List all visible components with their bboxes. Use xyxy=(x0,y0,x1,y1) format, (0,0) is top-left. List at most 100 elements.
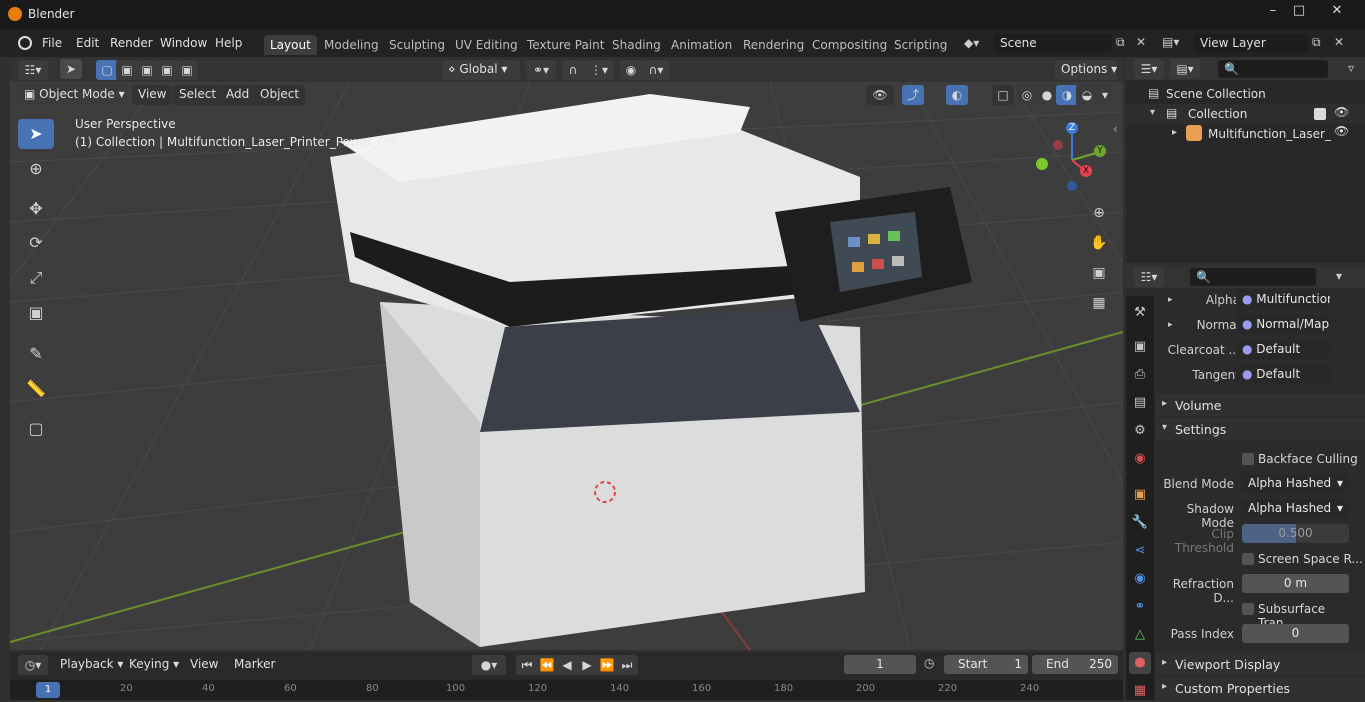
scene-copy-icon[interactable]: ⧉ xyxy=(1116,35,1125,50)
filter-icon[interactable]: ▿ xyxy=(1348,61,1354,75)
frame-end-field[interactable]: End 250 xyxy=(1032,655,1118,674)
constraints-tab-icon[interactable]: ⚭ xyxy=(1129,596,1151,618)
close-icon[interactable]: ✕ xyxy=(1324,3,1350,21)
render-tab-icon[interactable]: ▣ xyxy=(1129,336,1151,358)
tab-uv-editing[interactable]: UV Editing xyxy=(449,35,524,55)
jump-end-icon[interactable]: ⏭ xyxy=(616,655,638,675)
minimize-icon[interactable]: – xyxy=(1260,3,1286,21)
tool-tab-icon[interactable]: ⚒ xyxy=(1129,302,1151,324)
collection-visibility-icon[interactable]: 👁 xyxy=(1334,105,1349,119)
output-tab-icon[interactable]: ⎙ xyxy=(1129,364,1151,386)
viewport-menu-view[interactable]: View xyxy=(132,85,173,105)
outliner-scene-collection[interactable]: Scene Collection xyxy=(1166,87,1266,101)
expand-normal-icon[interactable]: ▸ xyxy=(1168,320,1173,330)
outliner-search-input[interactable]: 🔍 xyxy=(1218,60,1328,78)
tab-compositing[interactable]: Compositing xyxy=(806,35,893,55)
scene-name-field[interactable]: Scene xyxy=(994,34,1112,52)
editor-type-icon[interactable]: ☷▾ xyxy=(18,60,48,80)
view-layer-field[interactable]: View Layer xyxy=(1194,34,1308,52)
play-icon[interactable]: ▶ xyxy=(576,655,598,675)
solid-shading-icon[interactable]: ● xyxy=(1036,85,1058,105)
data-tab-icon[interactable]: △ xyxy=(1129,624,1151,646)
outliner-editor-icon[interactable]: ☰▾ xyxy=(1134,59,1164,79)
select-mode-intersect-icon[interactable]: ▣ xyxy=(176,60,198,80)
material-shading-icon[interactable]: ◑ xyxy=(1056,85,1078,105)
scale-tool[interactable]: ⤢ xyxy=(18,263,54,293)
select-tool-icon[interactable]: ➤ xyxy=(60,59,82,79)
timeline-menu-keying[interactable]: Keying ▾ xyxy=(123,655,186,675)
xray-icon[interactable]: □ xyxy=(992,85,1014,105)
play-reverse-icon[interactable]: ◀ xyxy=(556,655,578,675)
ortho-grid-icon[interactable]: ▦ xyxy=(1086,290,1112,316)
screen-space-refraction-checkbox[interactable] xyxy=(1242,553,1254,565)
view-layer-close-icon[interactable]: ✕ xyxy=(1334,35,1344,49)
overlay-toggle-icon[interactable]: ◐ xyxy=(946,85,968,105)
subsurface-translucency-checkbox[interactable] xyxy=(1242,603,1254,615)
blender-menu-icon[interactable] xyxy=(18,36,32,50)
expand-alpha-icon[interactable]: ▸ xyxy=(1168,295,1173,305)
current-frame-field[interactable]: 1 xyxy=(844,655,916,674)
timeline-menu-marker[interactable]: Marker xyxy=(228,655,282,675)
tab-rendering[interactable]: Rendering xyxy=(737,35,810,55)
menu-render[interactable]: Render xyxy=(110,36,153,50)
modifier-tab-icon[interactable]: 🔧 xyxy=(1129,512,1151,534)
tab-texture-paint[interactable]: Texture Paint xyxy=(521,35,610,55)
tangent-input[interactable]: ● Default xyxy=(1236,365,1330,384)
tab-animation[interactable]: Animation xyxy=(665,35,738,55)
maximize-icon[interactable]: □ xyxy=(1286,3,1312,21)
pan-hand-icon[interactable]: ✋ xyxy=(1086,230,1112,256)
tab-modeling[interactable]: Modeling xyxy=(318,35,385,55)
rendered-shading-icon[interactable]: ◒ xyxy=(1076,85,1098,105)
world-tab-icon[interactable]: ◉ xyxy=(1129,448,1151,470)
current-frame-indicator[interactable]: 1 xyxy=(36,682,60,698)
properties-options-icon[interactable]: ▾ xyxy=(1336,269,1342,283)
timeline-editor-icon[interactable]: ◷▾ xyxy=(18,655,48,675)
properties-editor-icon[interactable]: ☷▾ xyxy=(1134,267,1164,287)
properties-search-input[interactable]: 🔍 xyxy=(1190,268,1316,286)
frame-start-field[interactable]: Start 1 xyxy=(944,655,1028,674)
outliner-object[interactable]: Multifunction_Laser_ xyxy=(1208,127,1331,141)
add-cube-tool[interactable]: ▢ xyxy=(18,414,54,444)
snap-target-icon[interactable]: ⋮▾ xyxy=(584,60,614,80)
tab-sculpting[interactable]: Sculpting xyxy=(383,35,451,55)
timeline-ruler[interactable]: 1 20 40 60 80 100 120 140 160 180 200 22… xyxy=(10,680,1123,700)
3d-viewport[interactable]: ▣ Object Mode ▾ View Select Add Object 👁… xyxy=(10,82,1123,650)
viewport-menu-object[interactable]: Object xyxy=(254,85,306,105)
select-mode-extend-icon[interactable]: ▣ xyxy=(116,60,138,80)
outliner-collection[interactable]: Collection xyxy=(1188,107,1247,121)
particles-tab-icon[interactable]: ⋖ xyxy=(1129,540,1151,562)
refraction-depth-field[interactable]: 0 m xyxy=(1242,574,1349,593)
physics-tab-icon[interactable]: ◉ xyxy=(1129,568,1151,590)
select-mode-invert-icon[interactable]: ▣ xyxy=(156,60,178,80)
scene-icon[interactable]: ◆▾ xyxy=(964,36,979,50)
tab-scripting[interactable]: Scripting xyxy=(888,35,953,55)
volume-section[interactable]: ▸ Volume xyxy=(1156,394,1365,416)
select-mode-new-icon[interactable]: ▢ xyxy=(96,60,118,80)
transform-tool[interactable]: ▣ xyxy=(18,298,54,328)
menu-file[interactable]: File xyxy=(42,36,62,50)
menu-edit[interactable]: Edit xyxy=(76,36,99,50)
pass-index-field[interactable]: 0 xyxy=(1242,624,1349,643)
shading-options-icon[interactable]: ▾ xyxy=(1096,85,1114,105)
scene-tab-icon[interactable]: ⚙ xyxy=(1129,420,1151,442)
custom-properties-section[interactable]: ▸ Custom Properties xyxy=(1156,677,1365,699)
tab-shading[interactable]: Shading xyxy=(606,35,667,55)
measure-tool[interactable]: 📏 xyxy=(18,374,54,404)
menu-help[interactable]: Help xyxy=(215,36,242,50)
move-tool[interactable]: ✥ xyxy=(18,194,54,224)
display-mode-icon[interactable]: ▤▾ xyxy=(1170,59,1200,79)
rotate-tool[interactable]: ⟳ xyxy=(18,228,54,258)
tab-layout[interactable]: Layout xyxy=(264,35,317,55)
view-layer-icon[interactable]: ▤▾ xyxy=(1162,35,1179,49)
object-mode-select[interactable]: ▣ Object Mode ▾ xyxy=(18,85,126,105)
viewport-menu-select[interactable]: Select xyxy=(173,85,223,105)
camera-view-icon[interactable]: ▣ xyxy=(1086,260,1112,286)
texture-tab-icon[interactable]: ▦ xyxy=(1129,680,1151,702)
normal-input[interactable]: ● Normal/Map xyxy=(1236,315,1330,334)
gizmo-toggle-icon[interactable]: ⤴ xyxy=(902,85,924,105)
object-visibility-icon[interactable]: 👁 xyxy=(1334,124,1349,138)
collection-checkbox[interactable] xyxy=(1314,108,1326,120)
annotate-tool[interactable]: ✎ xyxy=(18,339,54,369)
select-box-tool[interactable]: ➤ xyxy=(18,119,54,149)
falloff-icon[interactable]: ∩▾ xyxy=(642,60,670,80)
